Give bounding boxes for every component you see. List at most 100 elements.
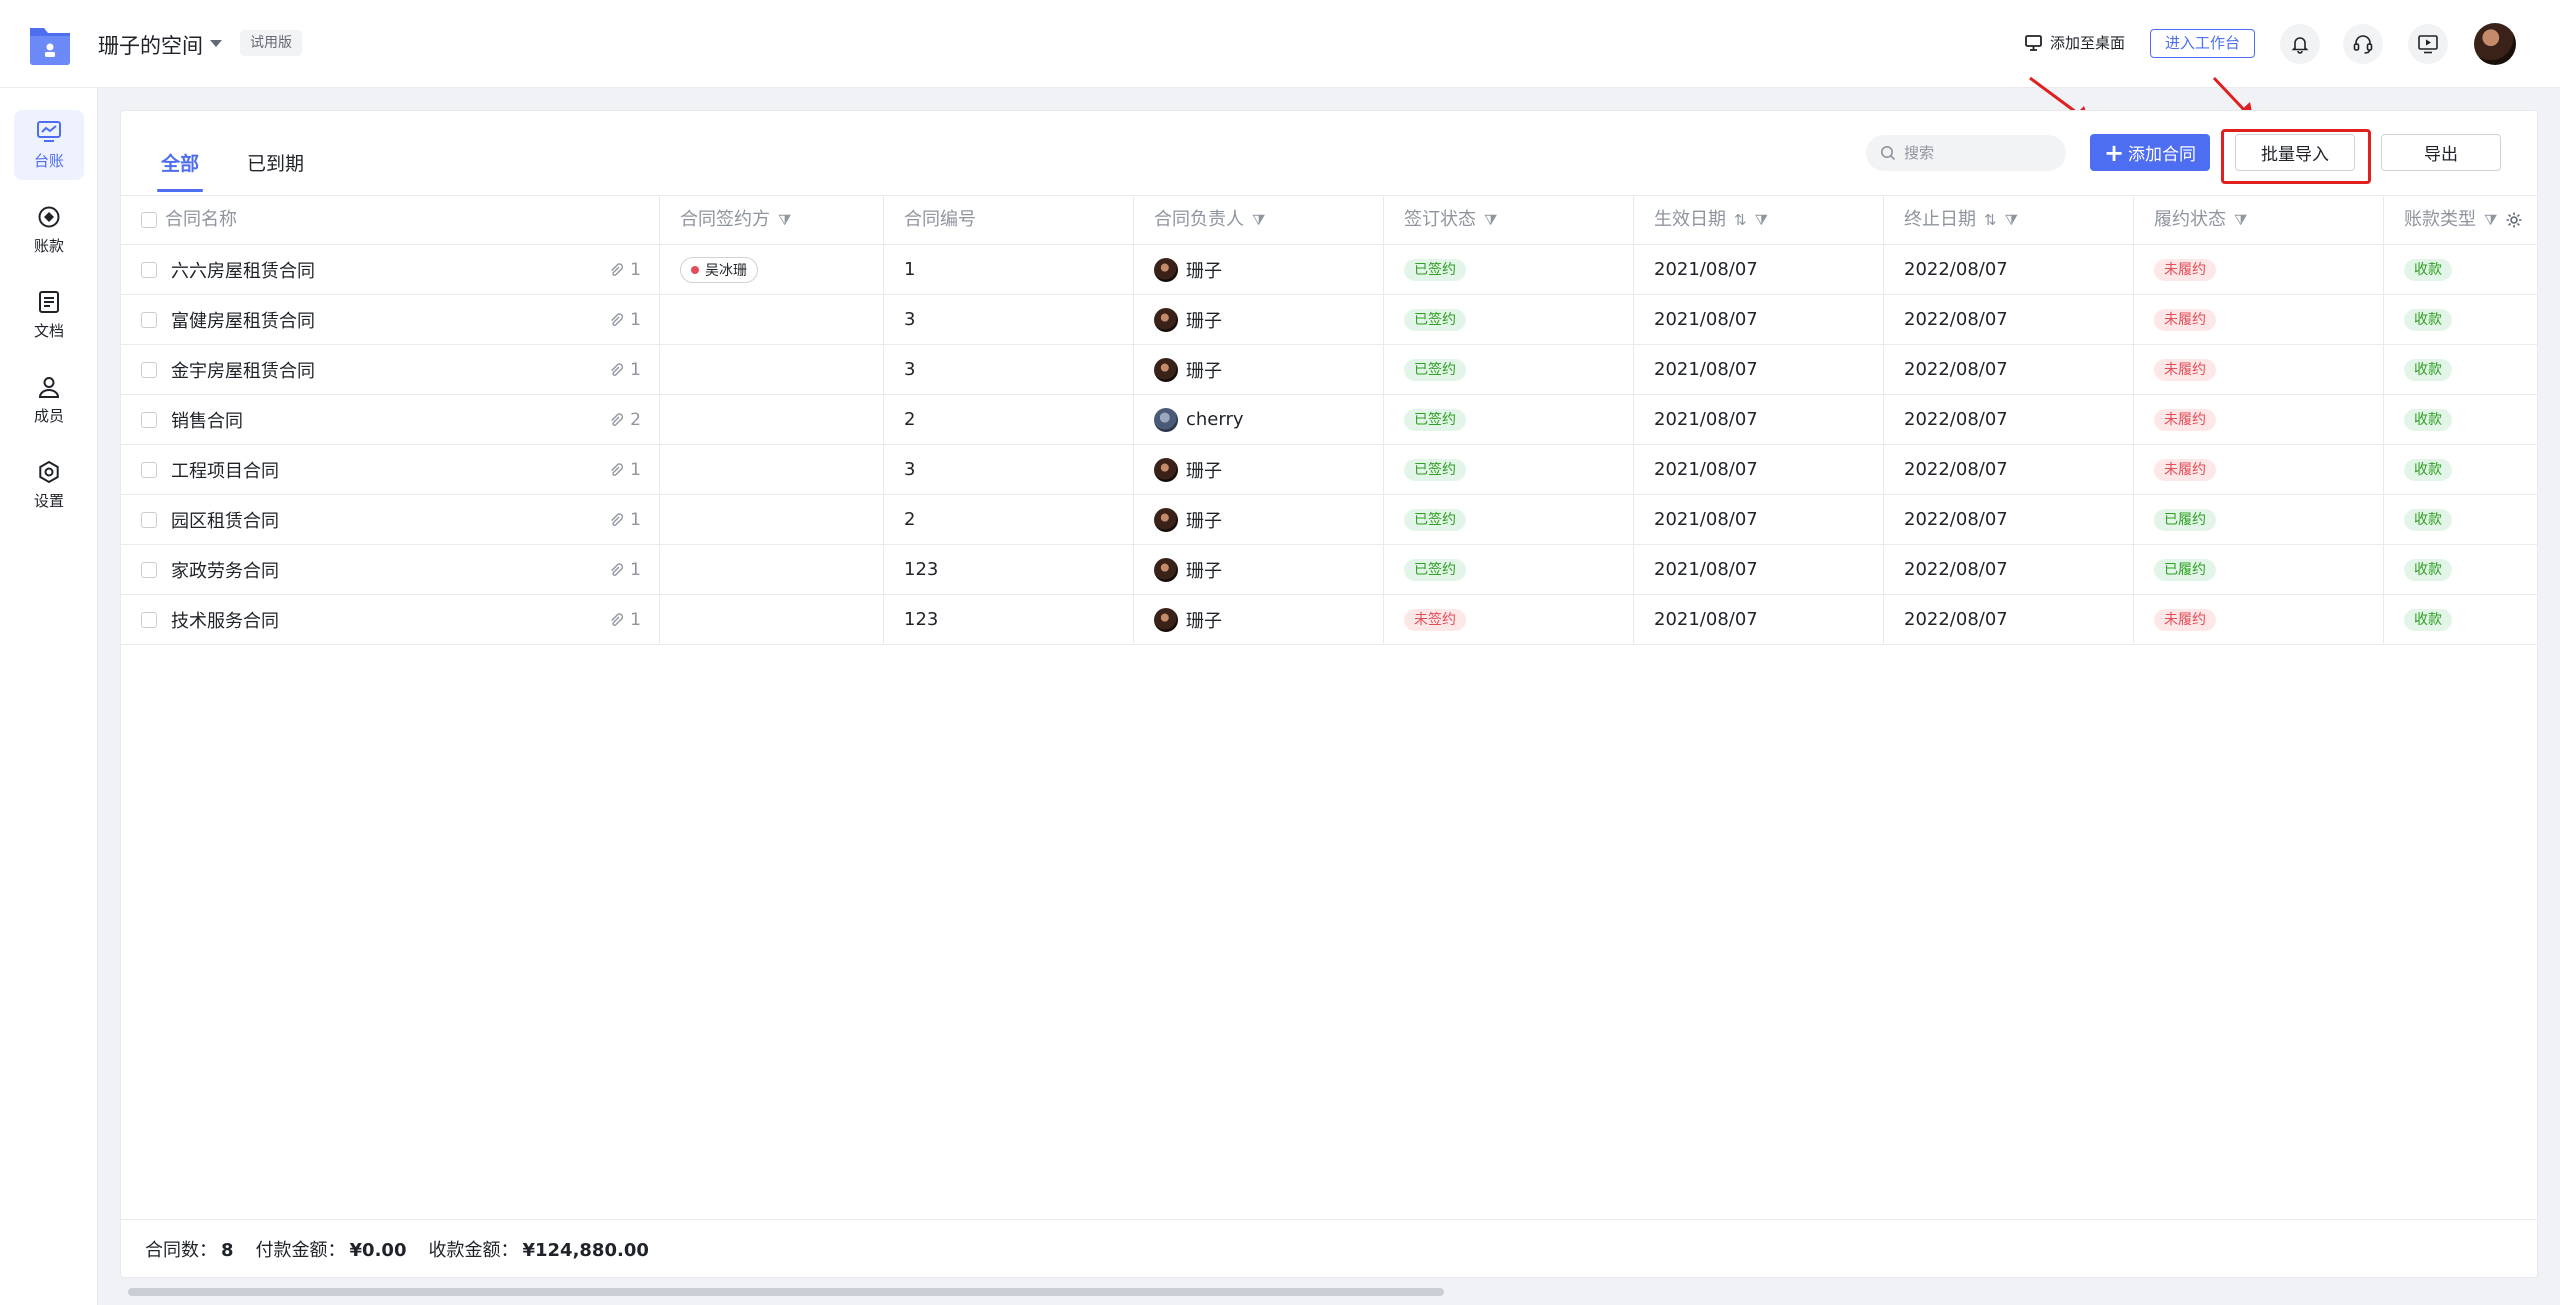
plus-icon: +	[2103, 138, 2125, 167]
contract-name-link[interactable]: 家政劳务合同	[171, 557, 279, 583]
filter-icon[interactable]: ⧩	[778, 196, 791, 244]
filter-icon[interactable]: ⧩	[2234, 196, 2247, 244]
table-row[interactable]: 园区租赁合同 1 2 珊子 已签约 2021/08/07 2022/08/07 已履约 收款	[121, 495, 2537, 545]
contract-number: 2	[904, 509, 916, 530]
column-header[interactable]: 账款类型 ⧩	[2384, 196, 2537, 244]
app-logo-icon[interactable]	[26, 22, 74, 66]
attachment-indicator[interactable]: 1	[608, 560, 641, 580]
attachment-indicator[interactable]: 1	[608, 460, 641, 480]
sidebar-item-payment[interactable]: 账款	[14, 195, 84, 265]
row-checkbox[interactable]	[141, 511, 157, 528]
attachment-indicator[interactable]: 1	[608, 360, 641, 380]
sort-icon[interactable]: ⇅	[1984, 196, 1997, 244]
table-row[interactable]: 金宇房屋租赁合同 1 3 珊子 已签约 2021/08/07 2022/08/07 未履约…	[121, 345, 2537, 395]
filter-icon[interactable]: ⧩	[1252, 196, 1265, 244]
table-row[interactable]: 家政劳务合同 1 123 珊子 已签约 2021/08/07 2022/08/07 已履约…	[121, 545, 2537, 595]
sidebar-item-label: 成员	[33, 406, 64, 425]
start-date: 2021/08/07	[1654, 309, 1758, 330]
owner-name: 珊子	[1186, 560, 1222, 582]
party-tag[interactable]: 吴冰珊	[680, 256, 758, 283]
attachment-indicator[interactable]: 2	[608, 410, 641, 430]
owner-avatar	[1154, 357, 1178, 382]
attachment-indicator[interactable]: 1	[608, 510, 641, 530]
search-input[interactable]	[1904, 144, 2054, 162]
column-title: 合同编号	[904, 209, 976, 230]
horizontal-scrollbar[interactable]	[128, 1288, 1444, 1296]
column-header[interactable]: 生效日期 ⇅ ⧩	[1634, 196, 1884, 244]
video-tutorial-button[interactable]	[2408, 24, 2448, 64]
perform-status-badge: 未履约	[2154, 308, 2216, 331]
search-box[interactable]	[1866, 135, 2066, 171]
row-checkbox[interactable]	[141, 361, 157, 378]
row-checkbox[interactable]	[141, 561, 157, 578]
contract-name-link[interactable]: 工程项目合同	[171, 457, 279, 483]
table-cell: 珊子	[1134, 295, 1384, 344]
space-dropdown-icon[interactable]	[210, 40, 222, 47]
column-title: 合同负责人	[1154, 209, 1244, 230]
row-checkbox[interactable]	[141, 261, 157, 278]
sidebar-item-documents[interactable]: 文档	[14, 280, 84, 350]
tab-expired[interactable]: 已到期	[247, 149, 304, 176]
table-cell: 2021/08/07	[1634, 345, 1884, 394]
select-all-checkbox[interactable]	[141, 212, 157, 228]
column-header[interactable]: 合同名称	[121, 196, 660, 244]
table-cell: 未履约	[2134, 395, 2384, 444]
enter-workbench-button[interactable]: 进入工作台	[2150, 29, 2255, 58]
sidebar-item-settings[interactable]: 设置	[14, 450, 84, 520]
contract-name-link[interactable]: 六六房屋租赁合同	[171, 257, 315, 283]
space-name[interactable]: 珊子的空间	[98, 30, 203, 60]
table-row[interactable]: 六六房屋租赁合同 1 吴冰珊 1 珊子 已签约 2021/08/07 2022/08/07…	[121, 245, 2537, 295]
notification-bell-button[interactable]	[2280, 24, 2320, 64]
add-to-desktop-button[interactable]: 添加至桌面	[2024, 32, 2125, 53]
filter-icon[interactable]: ⧩	[1755, 196, 1768, 244]
sidebar-item-ledger[interactable]: 台账	[14, 110, 84, 180]
table-header: 合同名称 合同签约方 ⧩ 合同编号 合同负责人 ⧩ 签订状态 ⧩ 生效日期 ⇅ …	[121, 195, 2537, 245]
column-settings-gear-icon[interactable]	[2505, 211, 2523, 229]
table-cell	[660, 295, 884, 344]
contract-name-link[interactable]: 富健房屋租赁合同	[171, 307, 315, 333]
attachment-indicator[interactable]: 1	[608, 260, 641, 280]
payment-type-badge: 收款	[2404, 558, 2452, 581]
column-header[interactable]: 终止日期 ⇅ ⧩	[1884, 196, 2134, 244]
column-header[interactable]: 合同签约方 ⧩	[660, 196, 884, 244]
sort-icon[interactable]: ⇅	[1734, 196, 1747, 244]
contract-number: 2	[904, 409, 916, 430]
tab-all[interactable]: 全部	[161, 149, 199, 176]
attachment-indicator[interactable]: 1	[608, 610, 641, 630]
row-checkbox[interactable]	[141, 461, 157, 478]
table-cell: 六六房屋租赁合同 1	[121, 245, 660, 294]
table-row[interactable]: 销售合同 2 2 cherry 已签约 2021/08/07 2022/08/07 未履约…	[121, 395, 2537, 445]
contract-name-link[interactable]: 园区租赁合同	[171, 507, 279, 533]
sidebar-item-members[interactable]: 成员	[14, 365, 84, 435]
column-header[interactable]: 合同编号	[884, 196, 1134, 244]
row-checkbox[interactable]	[141, 311, 157, 328]
table-row[interactable]: 工程项目合同 1 3 珊子 已签约 2021/08/07 2022/08/07 未履约 收款	[121, 445, 2537, 495]
table-cell: 收款	[2384, 245, 2537, 294]
contract-name-link[interactable]: 金宇房屋租赁合同	[171, 357, 315, 383]
row-checkbox[interactable]	[141, 611, 157, 628]
table-cell: 123	[884, 595, 1134, 644]
contract-name-link[interactable]: 技术服务合同	[171, 607, 279, 633]
attachment-indicator[interactable]: 1	[608, 310, 641, 330]
sidebar-item-label: 设置	[33, 491, 64, 510]
table-row[interactable]: 富健房屋租赁合同 1 3 珊子 已签约 2021/08/07 2022/08/07 未履约…	[121, 295, 2537, 345]
column-header[interactable]: 合同负责人 ⧩	[1134, 196, 1384, 244]
export-button[interactable]: 导出	[2381, 134, 2501, 171]
table-cell	[660, 345, 884, 394]
filter-icon[interactable]: ⧩	[2484, 196, 2497, 244]
column-header[interactable]: 签订状态 ⧩	[1384, 196, 1634, 244]
table-cell: 已签约	[1384, 545, 1634, 594]
user-avatar[interactable]	[2474, 23, 2516, 65]
customer-service-button[interactable]	[2343, 24, 2383, 64]
column-header[interactable]: 履约状态 ⧩	[2134, 196, 2384, 244]
filter-icon[interactable]: ⧩	[1484, 196, 1497, 244]
table-cell: 已签约	[1384, 495, 1634, 544]
summary-footer: 合同数： 8 付款金额： ¥0.00 收款金额： ¥124,880.00	[121, 1219, 2537, 1277]
contract-name-link[interactable]: 销售合同	[171, 407, 243, 433]
trial-badge: 试用版	[240, 30, 302, 56]
row-checkbox[interactable]	[141, 411, 157, 428]
attachment-count: 2	[630, 410, 641, 430]
table-row[interactable]: 技术服务合同 1 123 珊子 未签约 2021/08/07 2022/08/07 未履约…	[121, 595, 2537, 645]
add-contract-button[interactable]: + 添加合同	[2090, 134, 2210, 171]
filter-icon[interactable]: ⧩	[2005, 196, 2018, 244]
